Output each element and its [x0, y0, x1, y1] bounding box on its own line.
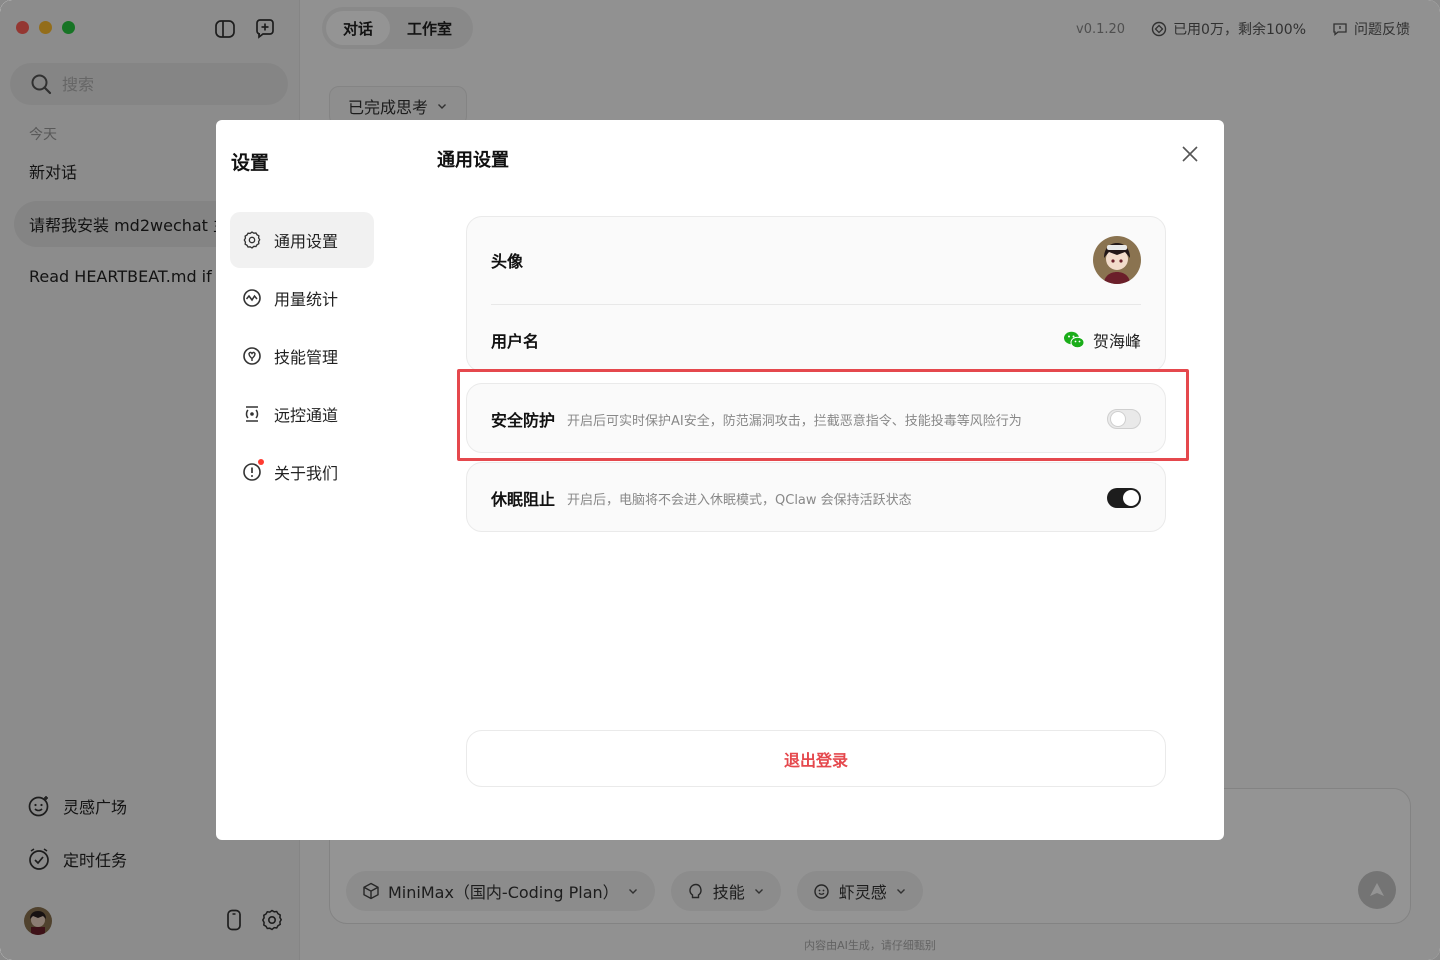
nav-general-settings[interactable]: 通用设置 — [230, 212, 374, 268]
highlight-box — [457, 369, 1189, 461]
nav-skill-management[interactable]: 技能管理 — [230, 328, 374, 384]
avatar-row: 头像 — [491, 236, 1141, 284]
wechat-icon — [1063, 331, 1085, 349]
activity-icon — [243, 289, 261, 307]
info-icon — [243, 463, 261, 481]
sleep-prevention-card: 休眠阻止 开启后，电脑将不会进入休眠模式，QClaw 会保持活跃状态 — [466, 462, 1166, 532]
username-row: 用户名 贺海峰 — [491, 325, 1141, 355]
notification-dot — [258, 459, 264, 465]
app-window: 今天 新对话 请帮我安装 md2wechat 主题 Read HEARTBEAT… — [0, 0, 1440, 960]
sleep-description: 开启后，电脑将不会进入休眠模式，QClaw 会保持活跃状态 — [567, 492, 912, 508]
gear-icon — [243, 231, 261, 249]
sleep-row: 休眠阻止 开启后，电脑将不会进入休眠模式，QClaw 会保持活跃状态 — [491, 463, 1141, 533]
profile-card: 头像 用户名 贺海峰 — [466, 216, 1166, 372]
avatar-label: 头像 — [491, 252, 524, 271]
nav-label: 关于我们 — [274, 464, 339, 483]
sleep-label: 休眠阻止 — [491, 490, 556, 509]
nav-usage-stats[interactable]: 用量统计 — [230, 270, 374, 326]
dialog-title: 设置 — [231, 152, 270, 174]
nav-label: 技能管理 — [274, 348, 339, 367]
section-title: 通用设置 — [437, 150, 509, 171]
settings-nav: 通用设置 用量统计 技能管理 远控通道 关于我们 — [230, 212, 374, 502]
sleep-prevention-toggle[interactable] — [1107, 488, 1141, 508]
toggle-knob — [1123, 490, 1139, 506]
nav-remote-channel[interactable]: 远控通道 — [230, 386, 374, 442]
nav-label: 远控通道 — [274, 406, 339, 425]
logout-button[interactable]: 退出登录 — [466, 730, 1166, 787]
signal-icon — [245, 406, 259, 422]
username-label: 用户名 — [491, 332, 540, 351]
avatar[interactable] — [1093, 236, 1141, 284]
brain-icon — [243, 347, 261, 365]
close-icon[interactable] — [1178, 142, 1202, 166]
nav-label: 通用设置 — [274, 232, 339, 251]
username-text: 贺海峰 — [1092, 332, 1141, 351]
nav-label: 用量统计 — [274, 290, 339, 309]
username-value: 贺海峰 — [1063, 328, 1141, 352]
divider — [491, 304, 1141, 305]
settings-dialog: 设置 通用设置 用量统计 技能管理 远控通道 关于我们 通用设置 头像 用户名 … — [216, 120, 1224, 840]
nav-about-us[interactable]: 关于我们 — [230, 444, 374, 500]
